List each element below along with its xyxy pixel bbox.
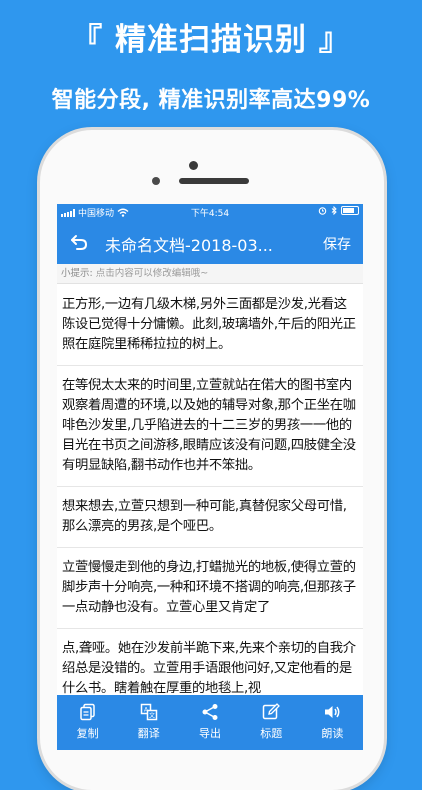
copy-button[interactable]: 复制 [57, 695, 118, 750]
tip-text: 点击内容可以修改编辑哦~ [95, 268, 209, 279]
paragraph[interactable]: 在等倪太太来的时间里,立萱就站在偌大的图书室内观察着周遭的环境,以及她的辅导对象… [57, 366, 363, 487]
copy-icon [79, 703, 95, 721]
phone-speaker [179, 178, 249, 184]
export-button[interactable]: 导出 [179, 695, 240, 750]
phone-sensor [152, 177, 160, 185]
bottom-toolbar: 复制 A文 翻译 导出 标题 朗读 [57, 695, 363, 750]
copy-label: 复制 [76, 727, 99, 740]
paragraph[interactable]: 想来想去,立萱只想到一种可能,真替倪家父母可惜,那么漂亮的男孩,是个哑巴。 [57, 487, 363, 548]
title-label: 标题 [260, 727, 283, 740]
battery-icon [341, 206, 359, 215]
save-button[interactable]: 保存 [323, 234, 351, 254]
edit-icon [262, 703, 281, 720]
read-aloud-button[interactable]: 朗读 [302, 695, 363, 750]
read-aloud-label: 朗读 [321, 727, 344, 740]
svg-text:文: 文 [149, 712, 155, 720]
tip-label: 小提示: [61, 268, 93, 279]
speaker-icon [325, 706, 340, 718]
tip-bar: 小提示: 点击内容可以修改编辑哦~ [57, 264, 363, 284]
title-button[interactable]: 标题 [241, 695, 302, 750]
bluetooth-icon [331, 206, 337, 215]
ocr-content: 正方形,一边有几级木梯,另外三面都是沙发,光看这陈设已觉得十分慵懒。此刻,玻璃墙… [57, 285, 363, 695]
phone-camera [189, 161, 198, 170]
translate-label: 翻译 [137, 727, 160, 740]
promo-title: 『 精准扫描识别 』 [71, 22, 351, 58]
back-icon[interactable] [67, 230, 91, 254]
translate-icon: A文 [140, 703, 158, 721]
nav-bar: 未命名文档-2018-03... 保存 [57, 220, 363, 264]
paragraph[interactable]: 立萱慢慢走到他的身边,打蜡抛光的地板,使得立萱的脚步声十分响亮,一种和环境不搭调… [57, 548, 363, 629]
document-title[interactable]: 未命名文档-2018-03... [105, 232, 315, 256]
export-label: 导出 [199, 727, 221, 740]
paragraph[interactable]: 正方形,一边有几级木梯,另外三面都是沙发,光看这陈设已觉得十分慵懒。此刻,玻璃墙… [57, 285, 363, 366]
paragraph[interactable]: 点,聋哑。她在沙发前半跪下来,先来个亲切的自我介绍总是没错的。立萱用手语跟他问好… [57, 629, 363, 695]
app-screen: 中国移动 下午4:54 未命名文档-2018-03... 保存 小提示: 点击内… [57, 204, 363, 750]
alarm-icon [318, 207, 327, 215]
translate-button[interactable]: A文 翻译 [118, 695, 179, 750]
share-icon [202, 704, 218, 720]
status-bar: 中国移动 下午4:54 [57, 204, 363, 220]
promo-subtitle: 智能分段, 精准识别率高达99% [51, 88, 371, 113]
